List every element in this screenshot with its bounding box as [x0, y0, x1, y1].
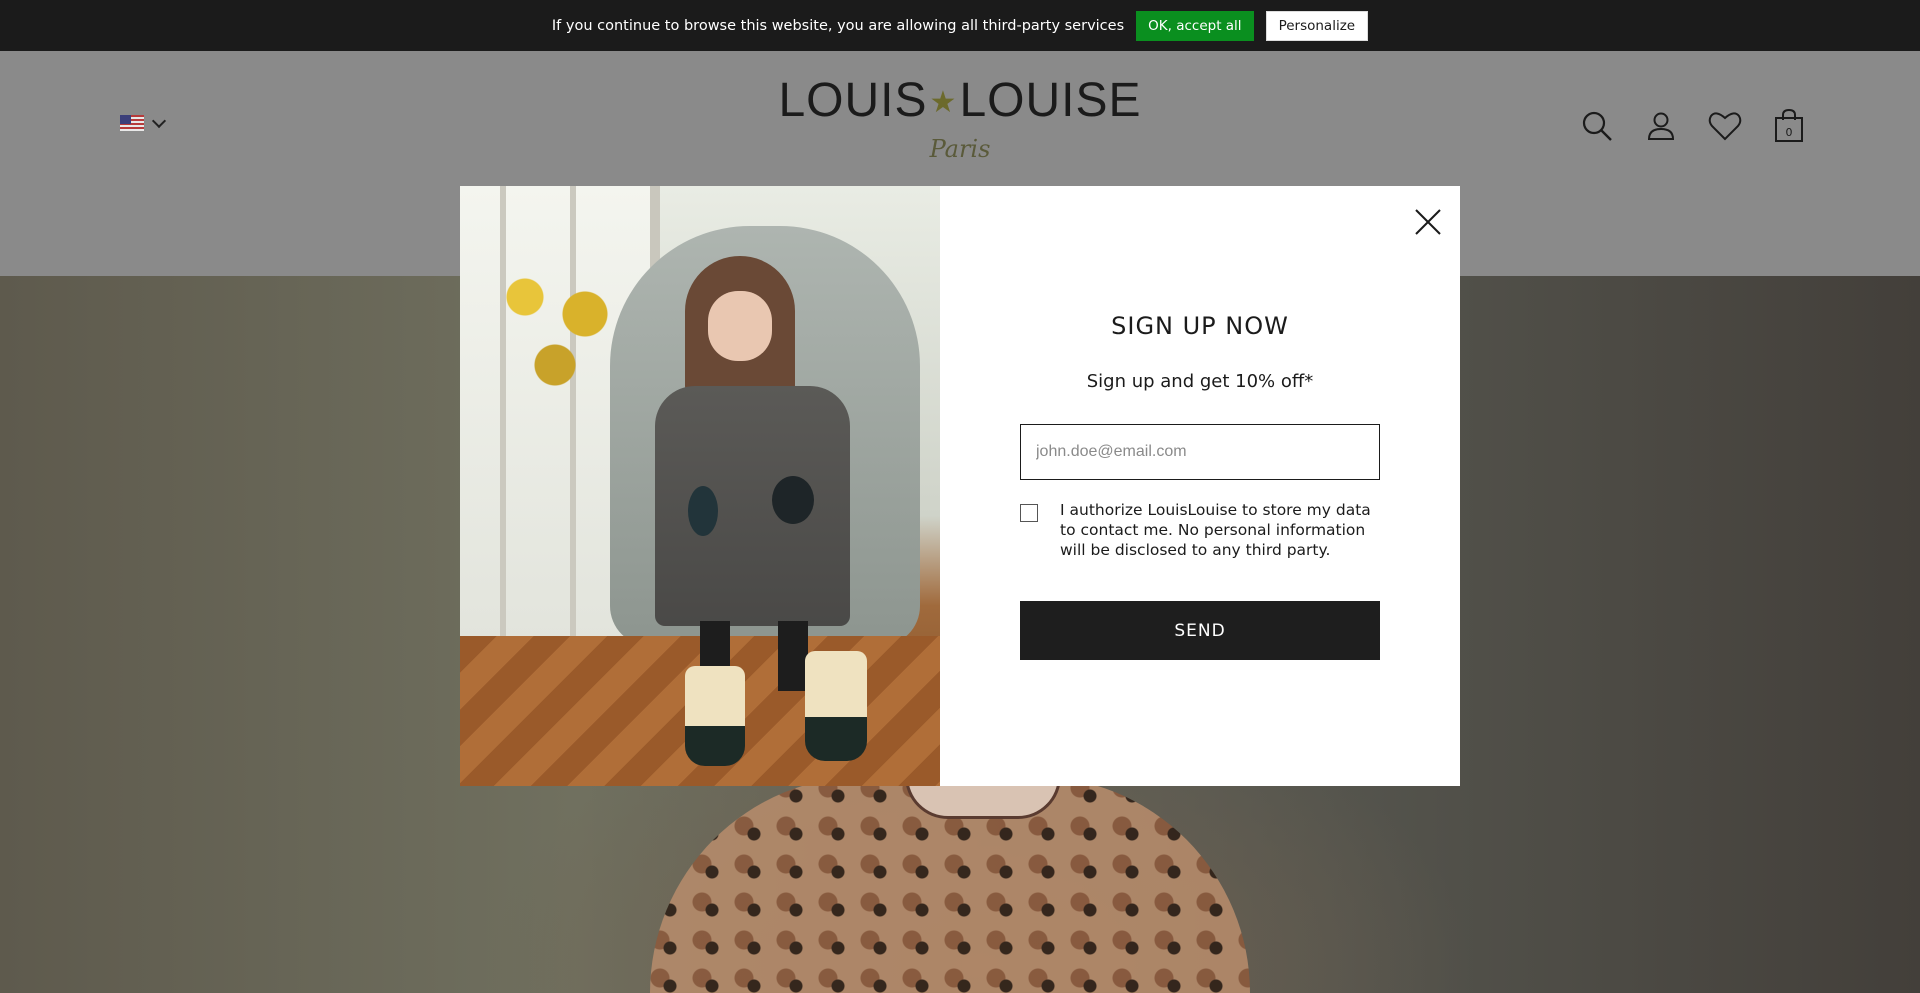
cart-count: 0: [1786, 126, 1793, 139]
send-button[interactable]: SEND: [1020, 601, 1380, 660]
wishlist-heart-icon[interactable]: [1706, 107, 1744, 145]
header-actions: 0: [1578, 107, 1808, 145]
accept-all-button[interactable]: OK, accept all: [1136, 10, 1254, 41]
modal-title: SIGN UP NOW: [1111, 312, 1289, 340]
consent-text: I authorize LouisLouise to store my data…: [1060, 501, 1371, 559]
logo-star-icon: ★: [929, 86, 958, 120]
logo-text-louise: LOUISE: [959, 74, 1142, 127]
account-icon[interactable]: [1642, 107, 1680, 145]
consent-checkbox[interactable]: [1020, 504, 1038, 522]
close-icon[interactable]: [1412, 206, 1444, 238]
consent-row: I authorize LouisLouise to store my data…: [1020, 500, 1380, 560]
modal-photo: [460, 186, 940, 786]
cookie-message: If you continue to browse this website, …: [551, 17, 1125, 34]
cookie-banner: If you continue to browse this website, …: [0, 0, 1920, 51]
modal-subtitle: Sign up and get 10% off*: [1086, 371, 1314, 392]
logo-text-louis: LOUIS: [778, 74, 928, 127]
modal-form-panel: SIGN UP NOW Sign up and get 10% off* I a…: [940, 186, 1460, 786]
signup-modal: SIGN UP NOW Sign up and get 10% off* I a…: [460, 186, 1460, 786]
personalize-button[interactable]: Personalize: [1265, 10, 1369, 41]
cart-bag-icon[interactable]: 0: [1770, 107, 1808, 145]
search-icon[interactable]: [1578, 107, 1616, 145]
email-field[interactable]: [1020, 424, 1380, 480]
